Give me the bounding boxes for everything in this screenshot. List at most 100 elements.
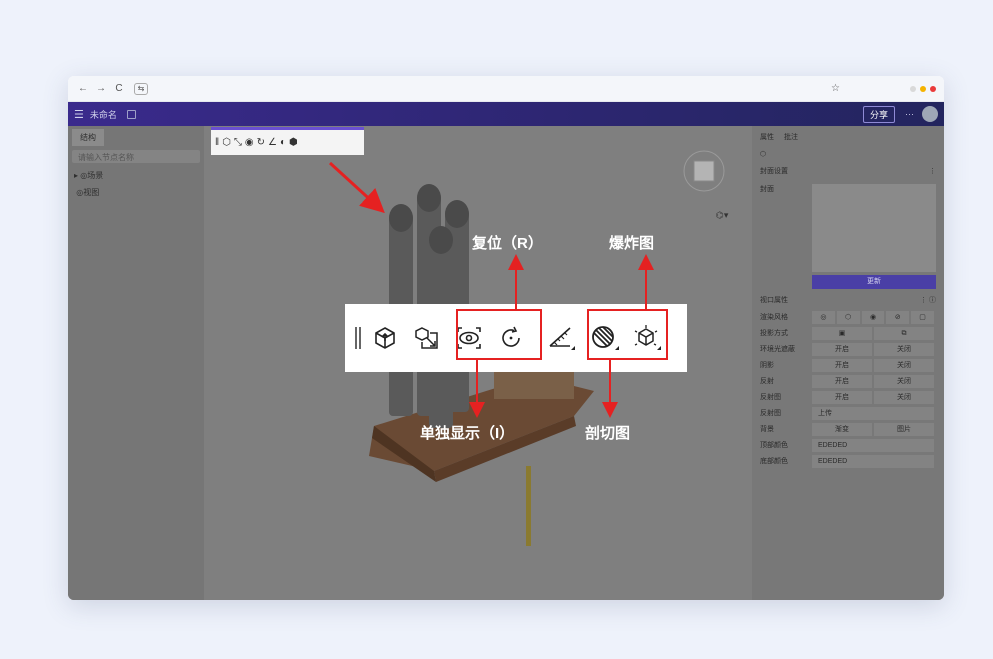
property-row: 底部颜色 EDEDED xyxy=(752,453,944,469)
fit-view-icon[interactable]: ⤡ xyxy=(234,137,242,148)
annotation-isolate: 单独显示（I） xyxy=(420,425,515,442)
property-value-field[interactable]: EDEDED xyxy=(812,438,934,452)
window-dot-red[interactable] xyxy=(930,85,936,92)
document-name[interactable]: 未命名 xyxy=(90,108,117,121)
property-label: 顶部颜色 xyxy=(760,442,788,449)
projection-option[interactable]: ▣ xyxy=(812,326,872,340)
property-label: 投影方式 xyxy=(760,330,788,337)
property-label: 环境光遮蔽 xyxy=(760,346,795,353)
avatar[interactable] xyxy=(922,106,938,122)
property-label: 背景 xyxy=(760,426,774,433)
highlight-section-explode xyxy=(587,309,668,360)
menu-icon[interactable]: ☰ xyxy=(74,108,84,121)
property-row: 渲染风格 ◎ ⬡ ◉ ⊘ ▢ xyxy=(752,309,944,325)
home-view-button[interactable] xyxy=(365,318,405,358)
annotation-section: 剖切图 xyxy=(585,425,631,442)
back-icon[interactable]: ← xyxy=(76,83,90,94)
annotation-reset: 复位（R） xyxy=(472,235,543,252)
node-search-input[interactable]: 请输入节点名称 xyxy=(72,150,200,163)
property-toggle-option[interactable]: 关闭 xyxy=(874,342,934,356)
structure-panel: 结构 请输入节点名称 ▸ ◎场景 ◎视图 xyxy=(68,126,204,600)
property-label: 阴影 xyxy=(760,362,774,369)
window-dot-yellow[interactable] xyxy=(920,85,926,92)
property-toggle-option[interactable]: 渐变 xyxy=(812,422,872,436)
app-header: ☰ 未命名 分享 ··· xyxy=(68,102,944,126)
properties-panel: 属性 批注 ⬡ 封面设置 ⋮ 封面 更新 视口属性 ⋮ ⓘ 渲染风格 ◎ ⬡ ◉ ⊘ ▢ 投影方… xyxy=(752,126,944,600)
edit-icon[interactable] xyxy=(126,109,136,119)
projection-option[interactable]: ⧉ xyxy=(874,326,934,340)
reload-icon[interactable]: C xyxy=(112,83,126,94)
cover-section-header[interactable]: 封面设置 ⋮ xyxy=(752,162,944,180)
reset-icon[interactable]: ↻ xyxy=(257,137,265,148)
window-controls xyxy=(910,85,936,92)
tab-properties[interactable]: 属性 xyxy=(760,132,774,142)
section-icon[interactable]: ◐ xyxy=(280,137,286,148)
fit-view-icon xyxy=(415,327,438,349)
property-toggle-option[interactable]: 开启 xyxy=(812,342,872,356)
window-dot-gray[interactable] xyxy=(910,85,916,92)
section-label: 封面设置 xyxy=(760,168,788,175)
property-toggle-option[interactable]: 图片 xyxy=(874,422,934,436)
more-icon[interactable]: ··· xyxy=(905,109,914,119)
property-label: 渲染风格 xyxy=(760,314,788,321)
property-row: 阴影 开启 关闭 xyxy=(752,357,944,373)
render-style-option[interactable]: ⬡ xyxy=(836,310,860,324)
grip-icon[interactable] xyxy=(351,318,365,358)
property-row: 背景 渐变 图片 xyxy=(752,421,944,437)
render-style-option[interactable]: ▢ xyxy=(911,310,934,324)
tab-comments[interactable]: 批注 xyxy=(784,132,798,142)
cube-arrow-icon xyxy=(375,327,395,349)
property-label: 底部颜色 xyxy=(760,458,788,465)
svg-text:⌬▾: ⌬▾ xyxy=(716,210,729,220)
home-view-icon[interactable]: ⬡ xyxy=(222,137,231,148)
property-row: 顶部颜色 EDEDED xyxy=(752,437,944,453)
property-toggle-option[interactable]: 开启 xyxy=(812,358,872,372)
fit-view-button[interactable] xyxy=(407,318,447,358)
render-style-option[interactable]: ◎ xyxy=(812,310,835,324)
measure-icon[interactable]: ∠ xyxy=(268,137,277,148)
property-row: 反射图 上传 xyxy=(752,405,944,421)
property-label: 反射 xyxy=(760,378,774,385)
property-toggle-option[interactable]: 开启 xyxy=(812,374,872,388)
tab-structure[interactable]: 结构 xyxy=(72,129,104,146)
share-button[interactable]: 分享 xyxy=(862,105,895,123)
mini-toolbar: ‖ ⬡ ⤡ ◉ ↻ ∠ ◐ ⬢ xyxy=(211,127,364,155)
property-value-field[interactable]: EDEDED xyxy=(812,454,934,468)
property-toggle-option[interactable]: 关闭 xyxy=(874,390,934,404)
property-row: 环境光遮蔽 开启 关闭 xyxy=(752,341,944,357)
tree-node-label: 场景 xyxy=(87,171,104,180)
tree-node-label: 视图 xyxy=(83,188,100,197)
explode-icon[interactable]: ⬢ xyxy=(289,137,298,148)
cube-icon: ⬡ xyxy=(760,151,767,158)
property-row: 投影方式 ▣ ⧉ xyxy=(752,325,944,341)
browser-chrome: ← → C ⇆ ☆ xyxy=(68,76,944,102)
tree-node-view[interactable]: ◎视图 xyxy=(68,184,204,201)
property-toggle-option[interactable]: 开启 xyxy=(812,390,872,404)
viewport-property-rows: 渲染风格 ◎ ⬡ ◉ ⊘ ▢ 投影方式 ▣ ⧉ 环境光遮蔽 开启 关闭 阴影 开启 关闭 反射 开启 关闭 反射图开… xyxy=(752,309,944,469)
render-style-option[interactable]: ⊘ xyxy=(886,310,910,324)
tree-node-scene[interactable]: ▸ ◎场景 xyxy=(68,167,204,184)
forward-icon[interactable]: → xyxy=(94,83,108,94)
address-bar[interactable] xyxy=(156,81,823,97)
render-style-option[interactable]: ◉ xyxy=(861,310,885,324)
highlight-isolate-reset xyxy=(456,309,542,360)
viewport-section-header[interactable]: 视口属性 ⋮ ⓘ xyxy=(752,291,944,309)
cover-preview xyxy=(812,184,936,272)
measure-button[interactable] xyxy=(541,318,581,358)
property-toggle-option[interactable]: 关闭 xyxy=(874,358,934,372)
property-row: 反射 开启 关闭 xyxy=(752,373,944,389)
isolate-icon[interactable]: ◉ xyxy=(245,137,254,148)
update-button[interactable]: 更新 xyxy=(812,275,936,289)
property-row: 反射图 开启 关闭 xyxy=(752,389,944,405)
bookmark-star-icon[interactable]: ☆ xyxy=(831,83,840,94)
section-label: 视口属性 xyxy=(760,297,788,304)
measure-icon xyxy=(549,327,575,350)
property-value-field[interactable]: 上传 xyxy=(812,406,934,420)
grip-icon[interactable]: ‖ xyxy=(215,137,219,148)
cover-label-text: 封面 xyxy=(760,186,774,193)
property-label: 反射图 xyxy=(760,394,781,401)
property-label: 反射图 xyxy=(760,410,781,417)
tab-search-icon[interactable]: ⇆ xyxy=(134,82,148,95)
property-toggle-option[interactable]: 关闭 xyxy=(874,374,934,388)
annotation-explode: 爆炸图 xyxy=(609,235,655,252)
